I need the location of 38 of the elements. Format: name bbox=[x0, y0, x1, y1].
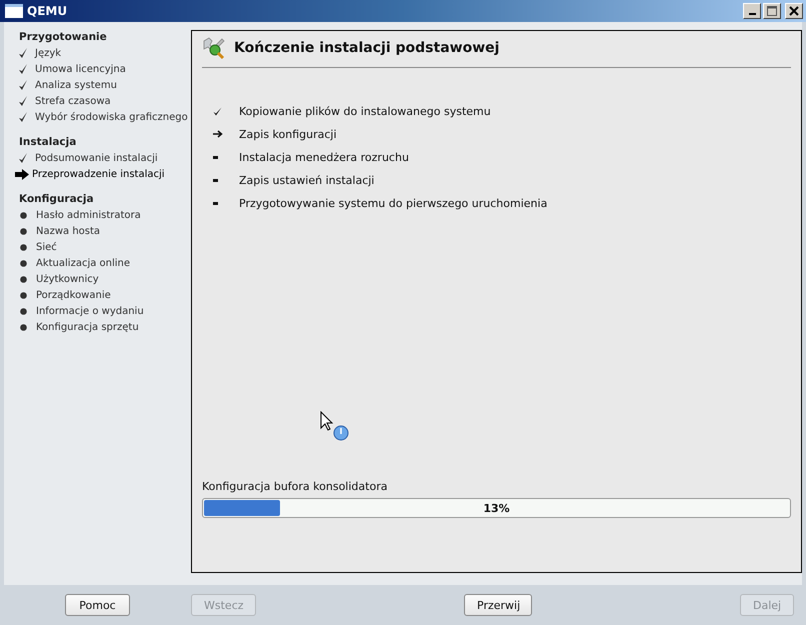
progress-percent: 13% bbox=[483, 502, 510, 514]
step-label: Użytkownicy bbox=[36, 274, 99, 284]
step-label: Przygotowywanie systemu do pierwszego uruchomienia bbox=[239, 196, 548, 210]
step-label: Wybór środowiska graficznego bbox=[35, 112, 188, 122]
step-label: Przeprowadzenie instalacji bbox=[32, 168, 165, 180]
progress-label: Konfiguracja bufora konsolidatora bbox=[202, 480, 388, 493]
step-label: Konfiguracja sprzętu bbox=[36, 322, 139, 332]
step-label: Umowa licencyjna bbox=[35, 64, 126, 74]
step-label: Informacje o wydaniu bbox=[36, 306, 144, 316]
step-label: Zapis konfiguracji bbox=[239, 128, 337, 140]
dialog-button[interactable]: Pomoc bbox=[65, 594, 130, 616]
busy-pointer-icon bbox=[320, 411, 350, 443]
step-label: Sieć bbox=[36, 242, 57, 252]
window-icon bbox=[5, 4, 23, 18]
minimize-icon bbox=[748, 13, 756, 15]
window-title: QEMU bbox=[27, 4, 68, 18]
tools-icon bbox=[202, 37, 226, 59]
step-label: Podsumowanie instalacji bbox=[35, 152, 158, 164]
step-label: Nazwa hosta bbox=[36, 226, 100, 236]
step-label: Zapis ustawień instalacji bbox=[239, 174, 374, 186]
step-label: Instalacja menedżera rozruchu bbox=[239, 150, 409, 164]
close-icon bbox=[789, 6, 799, 16]
close-button[interactable] bbox=[785, 3, 803, 19]
dialog-button[interactable]: Przerwij bbox=[464, 594, 532, 616]
panel-title: Kończenie instalacji podstawowej bbox=[234, 40, 500, 56]
section-heading: Instalacja bbox=[19, 135, 78, 149]
step-label: Język bbox=[35, 48, 62, 58]
maximize-button[interactable] bbox=[763, 3, 781, 19]
section-heading: Konfiguracja bbox=[19, 192, 95, 206]
step-label: Hasło administratora bbox=[36, 210, 141, 220]
maximize-icon bbox=[767, 6, 777, 16]
step-label: Aktualizacja online bbox=[36, 258, 130, 268]
section-heading: Przygotowanie bbox=[19, 30, 108, 44]
step-label: Strefa czasowa bbox=[35, 96, 111, 106]
step-label: Analiza systemu bbox=[35, 80, 117, 90]
step-label: Porządkowanie bbox=[36, 290, 111, 300]
minimize-button[interactable] bbox=[743, 3, 761, 19]
step-label: Kopiowanie plików do instalowanego systemu bbox=[239, 104, 491, 118]
